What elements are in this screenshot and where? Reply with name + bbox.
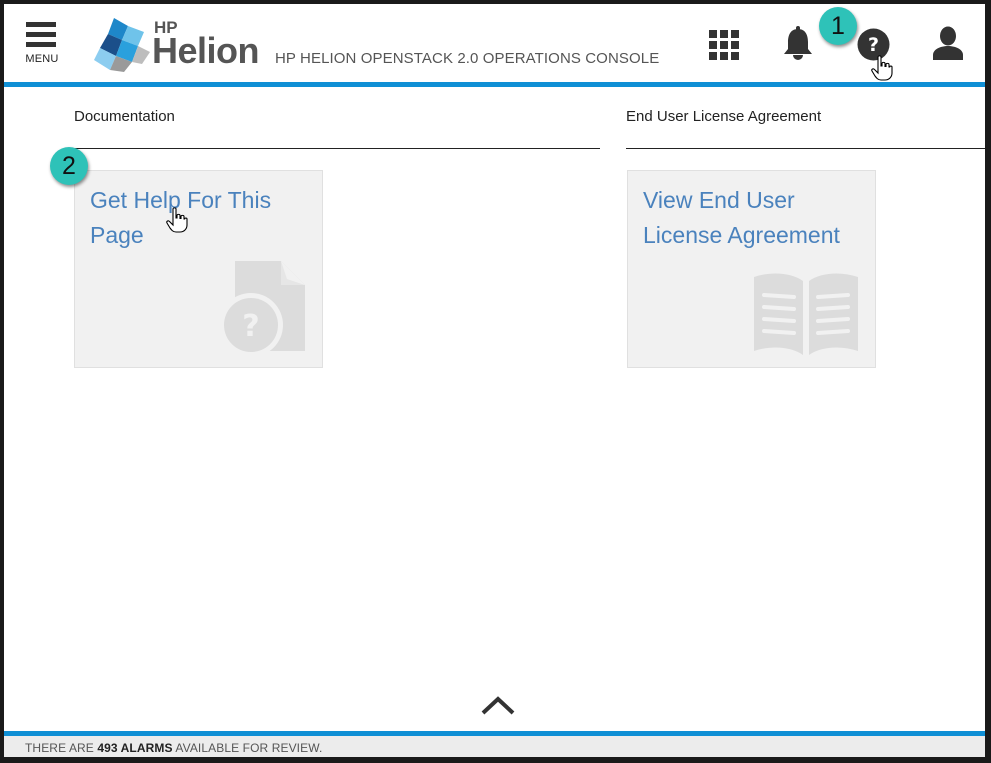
menu-label: MENU: [25, 53, 59, 65]
user-icon: [933, 26, 963, 60]
menu-icon-bar: [26, 42, 56, 47]
bell-icon: [784, 26, 812, 60]
chevron-up-icon: [481, 696, 515, 715]
alarm-count[interactable]: 493 ALARMS: [97, 741, 172, 755]
documentation-divider: [74, 148, 600, 149]
top-header: MENU HP Helion HP HELION OPENSTACK 2.0 O…: [4, 4, 985, 82]
header-accent-bar: [4, 82, 985, 87]
alarm-summary[interactable]: THERE ARE 493 ALARMS AVAILABLE FOR REVIE…: [25, 741, 322, 755]
eula-divider: [626, 148, 985, 149]
notifications-button[interactable]: [782, 26, 814, 60]
svg-text:?: ?: [242, 309, 259, 344]
menu-button[interactable]: MENU: [24, 22, 60, 68]
view-eula-link[interactable]: View End User License Agreement: [643, 183, 865, 253]
get-help-link[interactable]: Get Help For This Page: [90, 183, 312, 253]
eula-section-title: End User License Agreement: [626, 108, 822, 125]
scroll-top-button[interactable]: [481, 694, 515, 716]
logo-helion-text: Helion: [152, 30, 260, 71]
apps-grid-button[interactable]: [709, 30, 739, 60]
user-account-button[interactable]: [931, 26, 965, 60]
menu-icon: [26, 22, 56, 27]
app-window: MENU HP Helion HP HELION OPENSTACK 2.0 O…: [4, 4, 985, 757]
alarm-summary-suffix: AVAILABLE FOR REVIEW.: [175, 741, 323, 755]
callout-badge-1: 1: [819, 7, 857, 45]
get-help-tile[interactable]: Get Help For This Page ?: [74, 170, 323, 368]
alarm-summary-prefix: THERE ARE: [25, 741, 94, 755]
helion-cube-icon: [94, 18, 150, 72]
help-document-icon: ?: [223, 261, 305, 355]
hand-cursor-icon: [166, 207, 188, 233]
menu-icon-bar: [26, 32, 56, 37]
console-title: HP HELION OPENSTACK 2.0 OPERATIONS CONSO…: [275, 50, 660, 67]
hp-helion-logo: HP Helion: [92, 16, 262, 74]
svg-text:?: ?: [868, 34, 879, 56]
apps-grid-icon: [709, 30, 739, 60]
documentation-section-title: Documentation: [74, 108, 175, 125]
callout-badge-2: 2: [50, 147, 88, 185]
alarm-footer[interactable]: THERE ARE 493 ALARMS AVAILABLE FOR REVIE…: [4, 736, 985, 757]
view-eula-tile[interactable]: View End User License Agreement: [627, 170, 876, 368]
hand-cursor-icon: [871, 55, 893, 81]
open-book-icon: [754, 273, 858, 355]
